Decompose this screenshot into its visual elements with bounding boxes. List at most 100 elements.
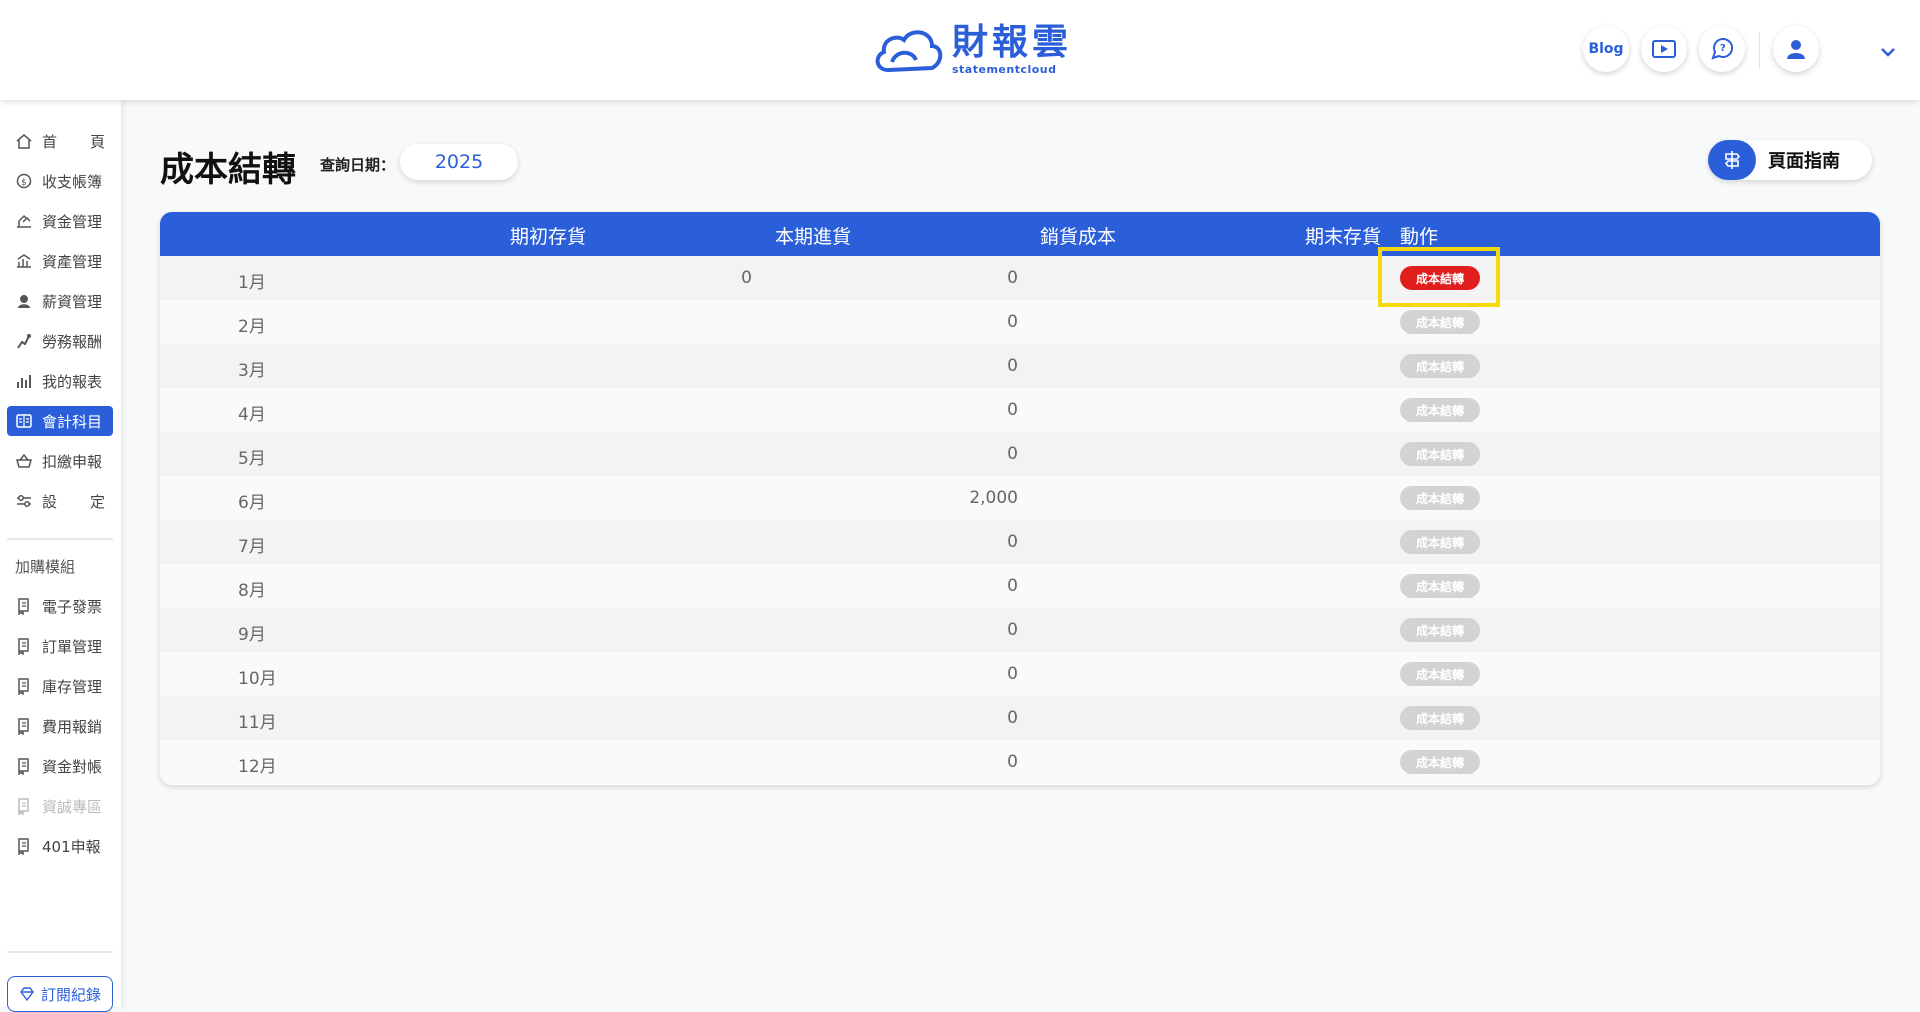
sidebar-item-assets[interactable]: 資產管理 [7,246,113,276]
sidebar-item-settings[interactable]: 設定 [7,486,113,516]
sidebar-item-ledger[interactable]: $ 收支帳簿 [7,166,113,196]
page-guide-button[interactable]: 頁面指南 [1708,140,1872,180]
sidebar-label: 勞務報酬 [42,332,103,351]
logo-chinese: 財報雲 [952,22,1073,63]
help-chat-icon: ? [1711,38,1733,60]
cost-transfer-button[interactable]: 成本結轉 [1400,486,1480,510]
col-ending-inventory: 期末存貨 [1305,226,1382,248]
table-row: 3月 0 成本結轉 [160,344,1880,388]
help-chat-button[interactable]: ? [1699,26,1745,72]
cost-transfer-button[interactable]: 成本結轉 [1400,750,1480,774]
cost-transfer-button[interactable]: 成本結轉 [1400,310,1480,334]
chevron-down-icon[interactable] [1876,40,1900,64]
sidebar-item-orders[interactable]: 訂單管理 [7,631,113,661]
sidebar-item-inventory[interactable]: 庫存管理 [7,671,113,701]
video-tutorial-button[interactable] [1641,26,1687,72]
month-cell: 12月 [238,757,277,777]
blog-button[interactable]: Blog [1583,26,1629,72]
sidebar-label: 資產管理 [42,252,103,271]
diamond-icon [20,987,34,1002]
sidebar-item-pwc-zone[interactable]: 資誠專區 [7,791,113,821]
cost-transfer-button[interactable]: 成本結轉 [1400,706,1480,730]
settings-icon [17,495,31,507]
table-row: 11月 0 成本結轉 [160,696,1880,740]
salary-icon [18,295,30,308]
withholding-icon [16,453,32,468]
cost-transfer-button[interactable]: 成本結轉 [1400,618,1480,642]
highlight-box [1378,247,1500,307]
module-book-icon [18,638,29,655]
purchases-cell: 0 [1007,400,1018,420]
cost-transfer-button[interactable]: 成本結轉 [1400,530,1480,554]
sidebar-item-home[interactable]: 首頁 [7,126,113,156]
purchases-cell: 0 [1007,664,1018,684]
sidebar-label: 費用報銷 [42,717,103,736]
brand-logo[interactable]: 財報雲 statementcloud [870,22,1072,78]
cost-transfer-button[interactable]: 成本結轉 [1400,662,1480,686]
cost-transfer-button[interactable]: 成本結轉 [1400,398,1480,422]
sidebar-item-salary[interactable]: 薪資管理 [7,286,113,316]
purchases-cell: 0 [1007,532,1018,552]
sidebar-label: 收支帳簿 [42,172,103,191]
module-book-icon [18,758,29,775]
month-cell: 10月 [238,669,277,689]
year-selector[interactable]: 2025 [400,144,518,180]
purchases-cell: 0 [1007,268,1018,288]
sidebar-divider [7,951,113,953]
sidebar-label-settings-a: 設 [42,492,58,511]
sidebar-item-reconciliation[interactable]: 資金對帳 [7,751,113,781]
sidebar: 首頁 $ 收支帳簿 資金管理 資產管理 薪資管理 勞務報酬 我的報表 會計科目 … [0,100,121,1007]
sidebar-item-401-filing[interactable]: 401申報 [7,831,113,861]
opening-inventory-cell: 0 [741,268,752,288]
sidebar-item-accounts[interactable]: 會計科目 [7,406,113,436]
cost-transfer-button[interactable]: 成本結轉 [1400,442,1480,466]
signpost-icon [1724,151,1741,169]
col-action: 動作 [1400,226,1439,248]
sidebar-label: 資誠專區 [42,797,103,816]
cost-transfer-button[interactable]: 成本結轉 [1400,354,1480,378]
col-purchases: 本期進貨 [775,226,852,248]
report-icon [17,375,31,388]
purchases-cell: 0 [1007,752,1018,772]
sidebar-divider [7,538,113,540]
month-cell: 3月 [238,361,266,381]
table-row: 4月 0 成本結轉 [160,388,1880,432]
purchases-cell: 0 [1007,620,1018,640]
fund-icon [17,214,31,228]
sidebar-item-einvoice[interactable]: 電子發票 [7,591,113,621]
top-header: 財報雲 statementcloud Blog ? [0,0,1920,100]
module-book-icon [18,718,29,735]
purchases-cell: 0 [1007,312,1018,332]
col-cost-of-goods-sold: 銷貨成本 [1040,226,1117,248]
purchases-cell: 0 [1007,444,1018,464]
table-row: 5月 0 成本結轉 [160,432,1880,476]
accounts-icon [16,414,32,428]
table-header: 期初存貨 本期進貨 銷貨成本 期末存貨 動作 [160,212,1880,256]
logo-text: 財報雲 statementcloud [952,22,1073,76]
table-row: 9月 0 成本結轉 [160,608,1880,652]
month-cell: 4月 [238,405,266,425]
sidebar-item-reports[interactable]: 我的報表 [7,366,113,396]
user-icon [1787,40,1805,59]
sidebar-item-expenses[interactable]: 費用報銷 [7,711,113,741]
subscription-label: 訂閱紀錄 [40,985,101,1004]
table-row: 10月 0 成本結轉 [160,652,1880,696]
sidebar-item-funds[interactable]: 資金管理 [7,206,113,236]
sidebar-item-withholding[interactable]: 扣繳申報 [7,446,113,476]
purchases-cell: 2,000 [969,488,1018,508]
sidebar-label-home-b: 頁 [89,132,105,151]
svg-text:$: $ [21,178,27,188]
video-book-icon [1652,40,1676,58]
month-cell: 11月 [238,713,277,733]
user-avatar-button[interactable] [1773,26,1819,72]
table-row: 7月 0 成本結轉 [160,520,1880,564]
month-cell: 5月 [238,449,266,469]
cloud-logo-icon [875,30,943,73]
money-icon: $ [16,173,32,189]
module-book-icon [18,798,29,815]
table-row: 6月 2,000 成本結轉 [160,476,1880,520]
cost-transfer-button[interactable]: 成本結轉 [1400,574,1480,598]
logo-english: statementcloud [952,63,1057,76]
sidebar-label: 資金管理 [42,212,103,231]
sidebar-item-labor[interactable]: 勞務報酬 [7,326,113,356]
